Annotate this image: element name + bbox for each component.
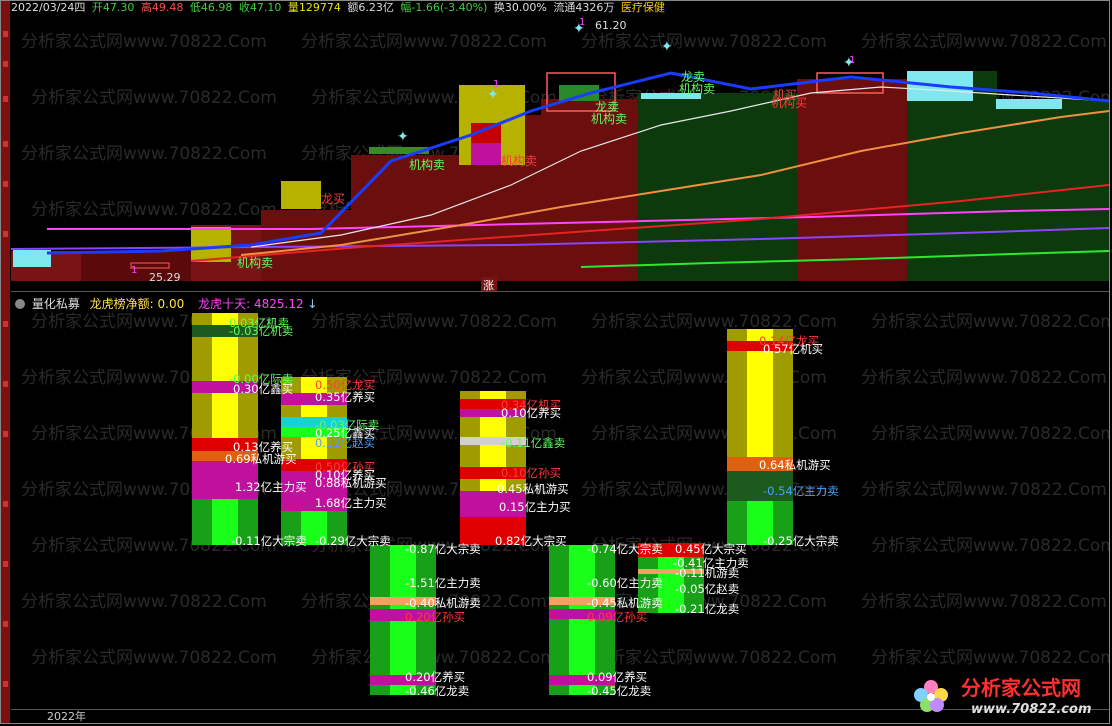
amount-text: 额6.23亿 [347, 1, 394, 14]
indicator-value-label: 0.45亿大宗买 [675, 542, 747, 556]
band-10 [907, 71, 997, 281]
year-label: 2022年 [47, 710, 86, 723]
candle-box [471, 143, 501, 165]
price-low-label: 25.29 [149, 271, 181, 284]
logo-name: 分析家公式网 [961, 676, 1081, 700]
indicator-value-label: 0.88私机游买 [315, 476, 387, 490]
quote-header: 2022/03/24四 开47.30 高49.48 低46.98 收47.10 … [11, 1, 668, 15]
marker-one: 1 [493, 79, 499, 90]
candle-box [281, 181, 321, 209]
chart-window: 2022/03/24四 开47.30 高49.48 低46.98 收47.10 … [0, 0, 1110, 724]
indicator-value-label: -0.11机游卖 [675, 566, 740, 580]
indicator-value-label: -0.46亿龙卖 [405, 684, 470, 698]
logo-url: www.70822.com [971, 702, 1092, 717]
indicator-value-label: -0.03亿机卖 [229, 324, 294, 338]
turnover-text: 换30.00% [493, 1, 547, 14]
indicator-value-label: 0.09亿孙买 [587, 610, 648, 624]
float-text: 流通4326万 [553, 1, 615, 14]
indicator-value-label: -0.11亿鑫卖 [501, 436, 566, 450]
flower-icon [914, 680, 948, 712]
price-high-label: 61.20 [595, 19, 627, 32]
indicator-value-label: 0.69私机游买 [225, 452, 297, 466]
svg-text:✦: ✦ [661, 39, 673, 55]
indicator-chart[interactable]: 0.03亿机卖 -0.03亿机卖 -0.00亿际卖 0.30亿鑫买 0.13亿养买 0.6… [11, 293, 1109, 711]
indicator-value-label: 1.32亿主力买 [235, 480, 307, 494]
indicator-value-label: -0.21亿龙卖 [675, 602, 740, 616]
price-chart[interactable]: ✦ ✦ ✦ ✦ ✦ 61.20 25.29 1 1 1 1 机构卖 机构卖 机构… [11, 15, 1109, 293]
indicator-value-label: -0.87亿大宗卖 [405, 542, 481, 556]
pane-divider [11, 291, 1109, 292]
annotation: 机构卖 [237, 255, 273, 270]
annotation: 龙买 [321, 192, 345, 206]
candle-box [996, 99, 1062, 109]
date-text: 2022/03/24四 [11, 1, 86, 14]
candle-box [13, 250, 51, 267]
indicator-value-label: 0.30亿鑫买 [233, 382, 294, 396]
low-text: 低46.98 [189, 1, 233, 14]
indicator-value-label: 0.10亿养买 [501, 406, 562, 420]
indicator-value-label: -1.51亿主力卖 [405, 576, 481, 590]
indicator-value-label: 0.20亿孙买 [405, 610, 466, 624]
band-9 [797, 79, 907, 281]
site-logo: 分析家公式网 www.70822.com [914, 676, 1092, 717]
indicator-value-label: 1.68亿主力买 [315, 496, 387, 510]
sector-text: 医疗保健 [620, 1, 665, 14]
marker-one: 1 [579, 17, 585, 28]
indicator-value-label: 0.57亿机买 [763, 342, 824, 356]
indicator-value-label: -0.74亿大宗卖 [587, 542, 663, 556]
band-8 [637, 93, 797, 281]
indicator-value-label: -0.60亿主力卖 [587, 576, 663, 590]
marker-one: 1 [131, 265, 137, 276]
candle-box [191, 227, 231, 262]
annotation: 机构卖 [501, 153, 537, 168]
svg-text:✦: ✦ [397, 129, 409, 145]
indicator-value-label: 0.64私机游买 [759, 458, 831, 472]
indicator-value-label: -0.45私机游卖 [587, 596, 663, 610]
indicator-value-label: 0.45私机游买 [497, 482, 569, 496]
volume-text: 量129774 [287, 1, 341, 14]
band-5 [351, 155, 461, 281]
annotation: 机构买 [771, 95, 807, 110]
annotation: 龙卖 [681, 70, 705, 84]
change-text: 幅-1.66(-3.40%) [400, 1, 488, 14]
indicator-value-label: -0.11亿大宗卖 [231, 534, 307, 548]
indicator-value-label: -0.05亿赵卖 [675, 582, 740, 596]
indicator-value-label: -0.54亿主力卖 [763, 484, 839, 498]
high-text: 高49.48 [140, 1, 184, 14]
close-text: 收47.10 [238, 1, 282, 14]
indicator-value-label: 0.15亿主力买 [499, 500, 571, 514]
band-7 [541, 99, 637, 281]
indicator-value-label: -0.29亿大宗卖 [315, 534, 391, 548]
indicator-value-label: -0.40私机游卖 [405, 596, 481, 610]
marker-one: 1 [849, 55, 855, 66]
annotation: 机构卖 [409, 157, 445, 172]
indicator-value-label: 0.12亿赵买 [315, 436, 376, 450]
indicator-value-label: 0.35亿养买 [315, 390, 376, 404]
indicator-value-label: 0.10亿孙买 [501, 466, 562, 480]
indicator-value-label: 0.20亿养买 [405, 670, 466, 684]
annotation: 龙卖 [595, 100, 619, 114]
open-text: 开47.30 [91, 1, 135, 14]
indicator-value-label: 0.82亿大宗买 [495, 534, 567, 548]
indicator-value-label: -0.45亿龙卖 [587, 684, 652, 698]
indicator-value-label: 0.09亿养买 [587, 670, 648, 684]
indicator-value-label: -0.25亿大宗卖 [763, 534, 839, 548]
left-scale-strip [1, 1, 10, 723]
